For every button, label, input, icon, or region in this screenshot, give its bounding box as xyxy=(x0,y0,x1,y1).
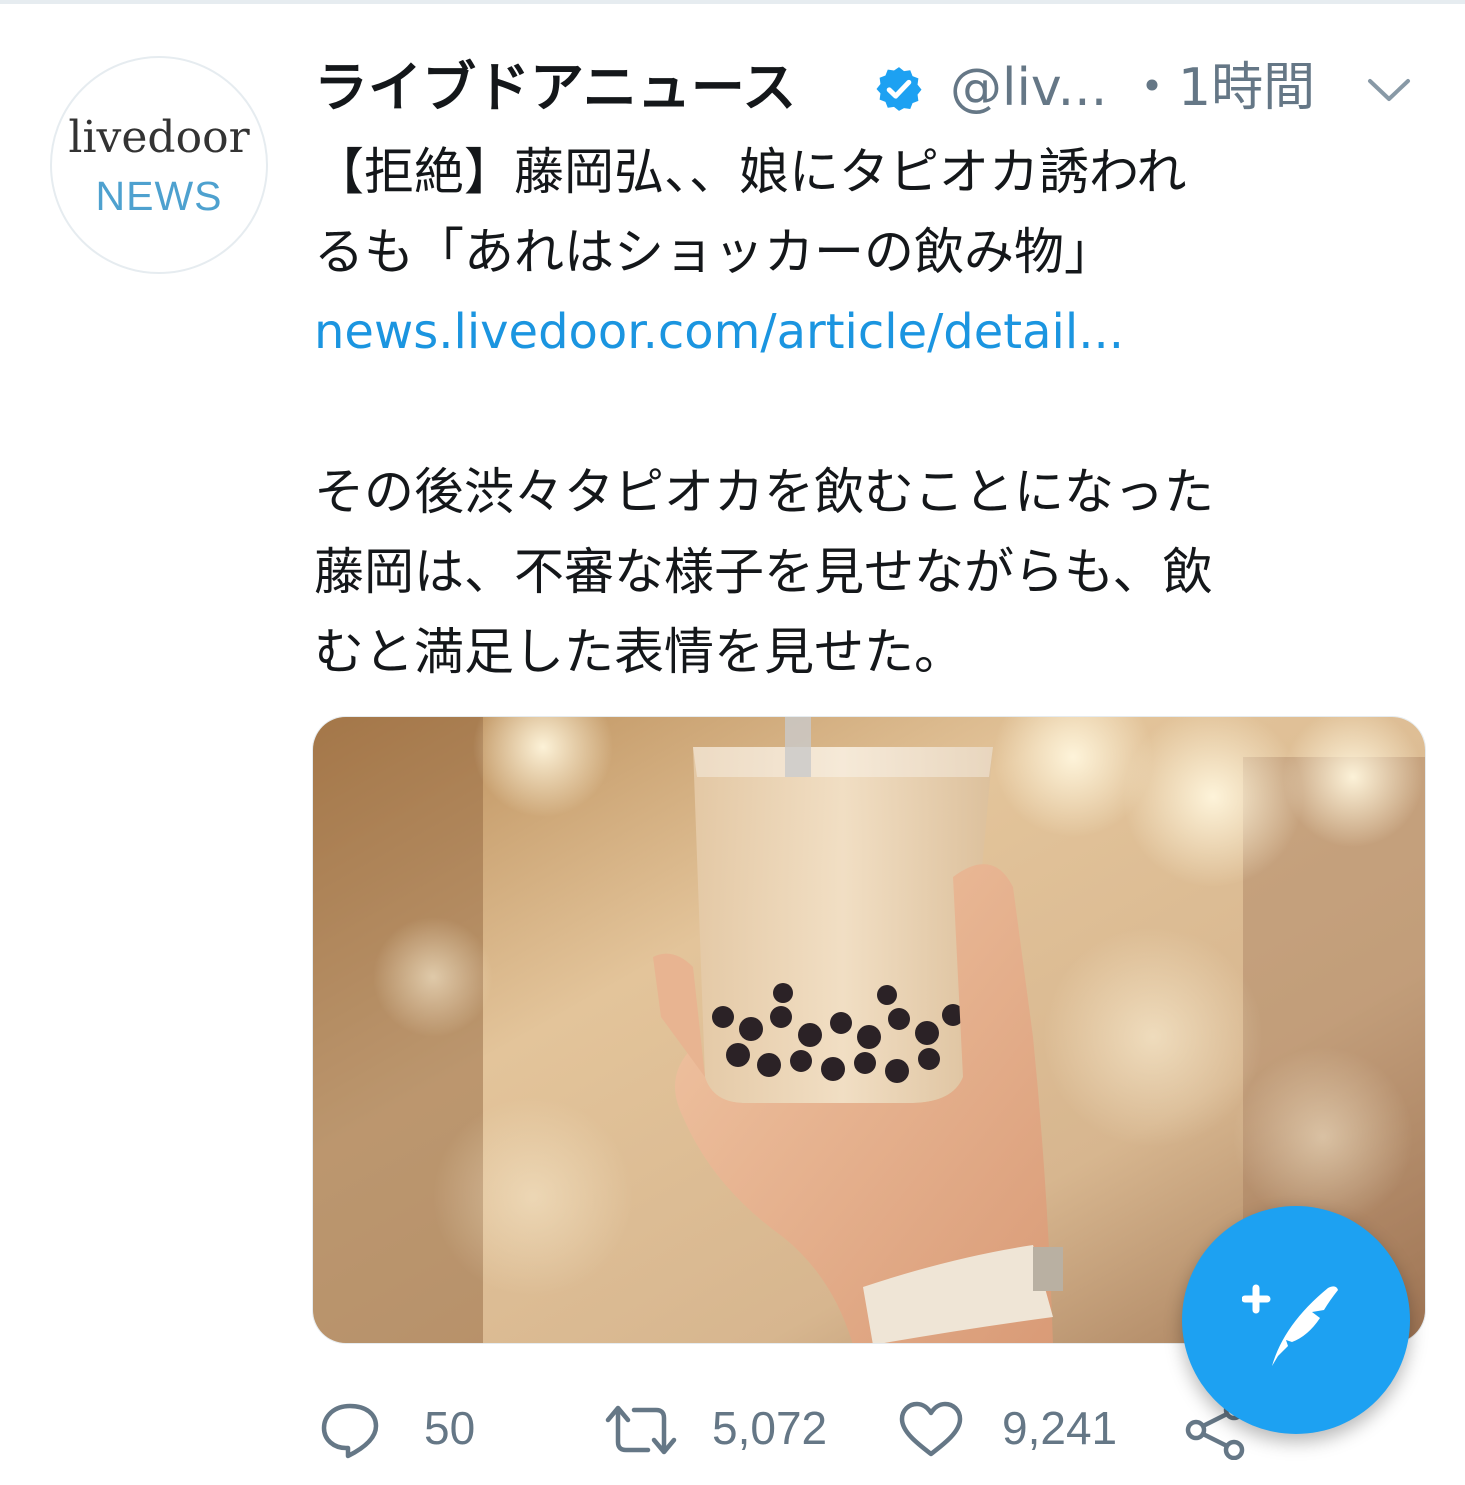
avatar-brand-top: livedoor xyxy=(68,112,250,163)
tweet-timestamp[interactable]: ・1時間 xyxy=(1126,56,1315,120)
compose-tweet-button[interactable] xyxy=(1182,1206,1410,1434)
tweet-text: 【拒絶】藤岡弘、、娘にタピオカ誘われ るも「あれはショッカーの飲み物」 news… xyxy=(314,132,1434,692)
top-divider xyxy=(0,0,1465,4)
reply-count: 50 xyxy=(424,1402,476,1454)
tweet-text-line: 【拒絶】藤岡弘、、娘にタピオカ誘われ xyxy=(314,143,1187,201)
tweet-header: ライブドアニュース @liv... ・1時間 xyxy=(314,54,1424,124)
text-spacer xyxy=(314,372,1434,452)
chevron-down-icon[interactable] xyxy=(1364,72,1414,108)
retweet-button[interactable]: 5,072 xyxy=(604,1390,854,1470)
reply-icon xyxy=(321,1403,379,1459)
retweet-icon xyxy=(605,1405,677,1455)
display-name[interactable]: ライブドアニュース xyxy=(314,56,796,120)
compose-tweet-icon xyxy=(1242,1284,1338,1366)
tweet-text-line: その後渋々タピオカを飲むことになった xyxy=(314,463,1214,521)
tweet-text-line: るも「あれはショッカーの飲み物」 xyxy=(314,223,1114,281)
like-icon xyxy=(899,1401,963,1457)
retweet-count: 5,072 xyxy=(712,1402,828,1454)
like-count: 9,241 xyxy=(1002,1402,1118,1454)
avatar[interactable]: livedoor NEWS xyxy=(50,56,268,274)
like-button[interactable]: 9,241 xyxy=(898,1390,1148,1470)
verified-badge-icon xyxy=(876,67,922,111)
tweet-text-line: 藤岡は、不審な様子を見せながらも、飲 xyxy=(314,543,1213,601)
tweet-text-line: むと満足した表情を見せた。 xyxy=(314,623,964,681)
article-link[interactable]: news.livedoor.com/article/detail... xyxy=(314,292,1434,372)
reply-button[interactable]: 50 xyxy=(314,1390,514,1470)
avatar-brand-bottom: NEWS xyxy=(95,173,223,219)
user-handle[interactable]: @liv... xyxy=(950,56,1107,120)
